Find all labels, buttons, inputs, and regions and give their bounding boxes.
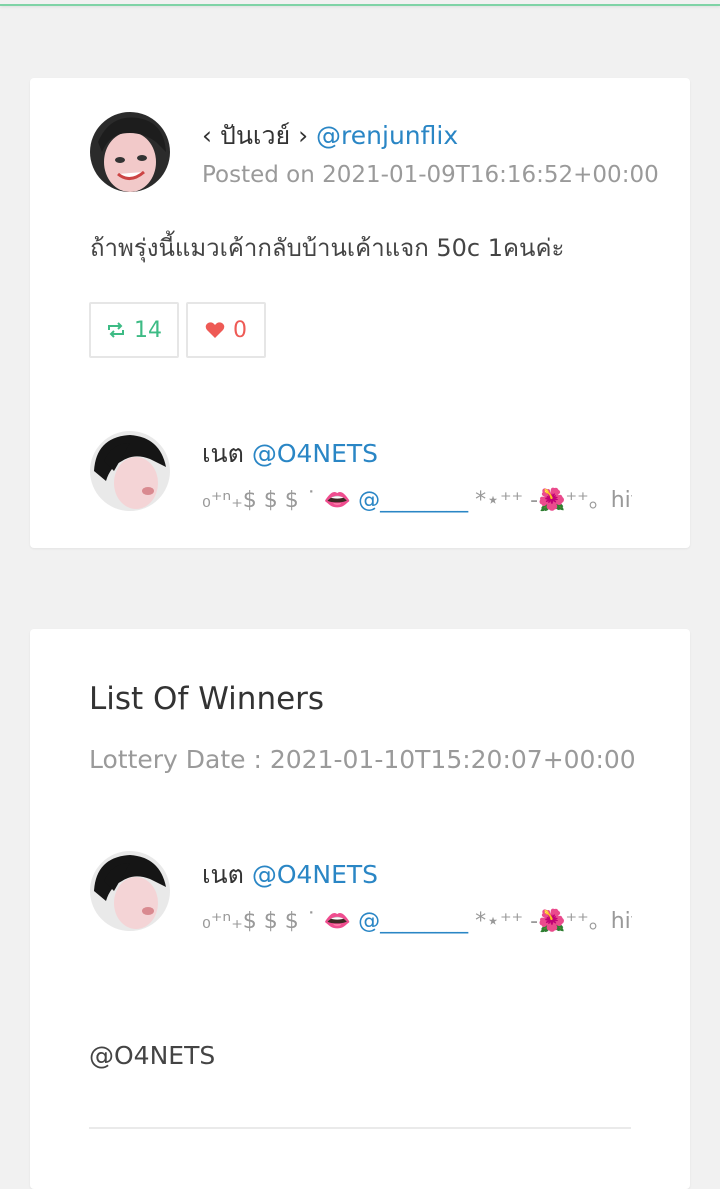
tweet-text: ถ้าพรุ่งนี้แมวเค้ากลับบ้านเค้าแจก 50c 1ค… <box>90 234 565 262</box>
winners-card: List Of Winners Lottery Date : 2021-01-1… <box>30 629 690 1189</box>
retweet-button[interactable]: 14 <box>89 302 179 358</box>
bio-mention-link[interactable]: @________ <box>358 488 468 513</box>
retweet-icon <box>106 321 126 339</box>
author-handle-link[interactable]: @renjunflix <box>316 121 458 150</box>
author-avatar[interactable] <box>90 112 170 192</box>
like-count: 0 <box>233 317 247 343</box>
top-accent-bar <box>0 0 720 6</box>
winners-title: List Of Winners <box>89 681 325 717</box>
winner-name-line: เนต @O4NETS <box>202 855 378 895</box>
commenter-display-name: เนต <box>202 439 244 468</box>
bio-prefix: ₀⁺ⁿ₊$ $ $ ˙ 👄 <box>202 488 352 513</box>
winner-bio-prefix: ₀⁺ⁿ₊$ $ $ ˙ 👄 <box>202 909 352 934</box>
winner-handle-link[interactable]: @O4NETS <box>252 860 378 889</box>
commenter-name-line: เนต @O4NETS <box>202 434 378 474</box>
author-name-line: ‹ ปันเวย์ › @renjunflix <box>202 116 458 156</box>
winner-bio-mention-link[interactable]: @________ <box>358 909 468 934</box>
tweet-card: ‹ ปันเวย์ › @renjunflix Posted on 2021-0… <box>30 78 690 548</box>
winner-display-name: เนต <box>202 860 244 889</box>
divider <box>89 1127 631 1129</box>
winner-bio-suffix: *⋆⁺⁺ -🌺⁺⁺。hit ... <box>475 909 632 934</box>
commenter-bio: ₀⁺ⁿ₊$ $ $ ˙ 👄 @________ *⋆⁺⁺ -🌺⁺⁺。hit ..… <box>202 482 632 514</box>
like-button[interactable]: 0 <box>186 302 266 358</box>
winner-handle-text: @O4NETS <box>89 1041 216 1070</box>
commenter-handle-link[interactable]: @O4NETS <box>252 439 378 468</box>
commenter-avatar[interactable] <box>90 431 170 511</box>
retweet-count: 14 <box>134 317 162 343</box>
heart-icon <box>205 321 225 339</box>
winner-avatar[interactable] <box>90 851 170 931</box>
winner-bio: ₀⁺ⁿ₊$ $ $ ˙ 👄 @________ *⋆⁺⁺ -🌺⁺⁺。hit ..… <box>202 903 632 935</box>
bio-suffix: *⋆⁺⁺ -🌺⁺⁺。hit ... <box>475 488 632 513</box>
author-display-name: ‹ ปันเวย์ › <box>202 121 309 150</box>
posted-timestamp: Posted on 2021-01-09T16:16:52+00:00 <box>202 162 659 188</box>
lottery-date: Lottery Date : 2021-01-10T15:20:07+00:00 <box>89 745 636 774</box>
